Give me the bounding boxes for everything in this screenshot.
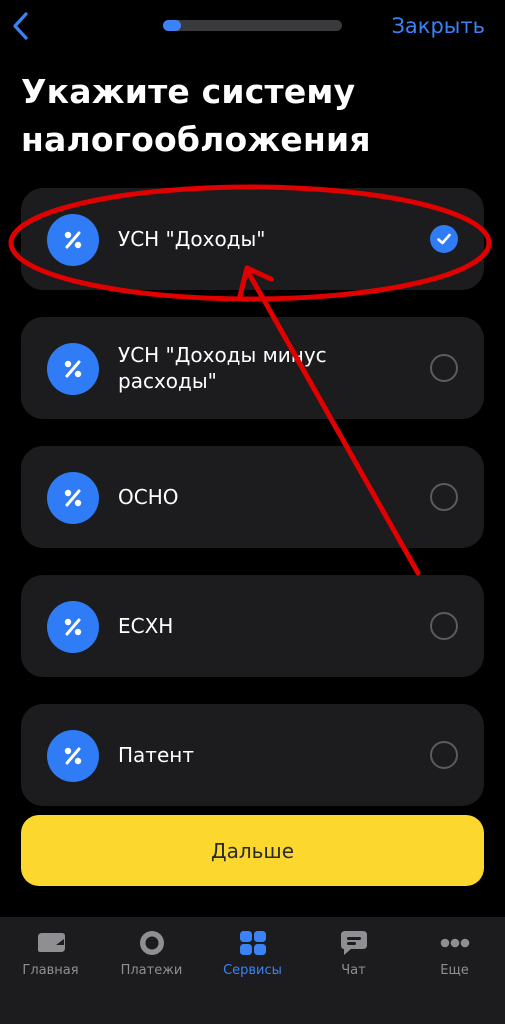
tab-payments[interactable]: Платежи [101, 917, 202, 997]
checkmark-icon [437, 233, 451, 245]
radio-unchecked[interactable] [430, 741, 458, 769]
option-eskhn[interactable]: ЕСХН [21, 575, 484, 677]
percent-icon [47, 472, 99, 524]
tab-label: Платежи [120, 963, 183, 978]
option-label: УСН "Доходы минус расходы" [118, 343, 327, 393]
chevron-left-icon [13, 12, 28, 40]
radio-unchecked[interactable] [430, 612, 458, 640]
percent-icon [47, 214, 99, 266]
tab-chat[interactable]: Чат [303, 917, 404, 997]
tab-home[interactable]: Главная [0, 917, 101, 997]
percent-icon [47, 343, 99, 395]
option-usn-income-minus-expenses[interactable]: УСН "Доходы минус расходы" [21, 317, 484, 419]
option-osno[interactable]: ОСНО [21, 446, 484, 548]
tab-label: Сервисы [223, 963, 282, 978]
option-usn-income[interactable]: УСН "Доходы" [21, 188, 484, 290]
option-label: УСН "Доходы" [118, 227, 266, 251]
tab-label: Главная [22, 963, 79, 978]
top-bar: Закрыть [0, 0, 505, 56]
tab-services[interactable]: Сервисы [202, 917, 303, 997]
tab-more[interactable]: Еще [404, 917, 505, 997]
percent-icon [47, 601, 99, 653]
next-button[interactable]: Дальше [21, 815, 484, 886]
tab-bar: Главная Платежи Сервисы Чат Еще [0, 917, 505, 1024]
close-button[interactable]: Закрыть [391, 14, 485, 38]
radio-unchecked[interactable] [430, 354, 458, 382]
home-icon [38, 933, 65, 952]
more-dots-icon [440, 938, 470, 948]
option-patent[interactable]: Патент [21, 704, 484, 806]
option-label: ЕСХН [118, 614, 174, 638]
option-label: ОСНО [118, 485, 179, 509]
back-button[interactable] [8, 10, 36, 42]
radio-checked[interactable] [430, 225, 458, 253]
chat-icon [341, 931, 367, 955]
tab-label: Чат [341, 963, 366, 978]
page-title: Укажите систему налогообложения [21, 72, 371, 159]
services-grid-icon [240, 931, 266, 955]
percent-icon [47, 730, 99, 782]
progress-bar [163, 20, 342, 31]
option-label: Патент [118, 743, 194, 767]
payments-icon [140, 931, 164, 955]
radio-unchecked[interactable] [430, 483, 458, 511]
progress-fill [163, 20, 181, 31]
tab-label: Еще [440, 963, 469, 978]
